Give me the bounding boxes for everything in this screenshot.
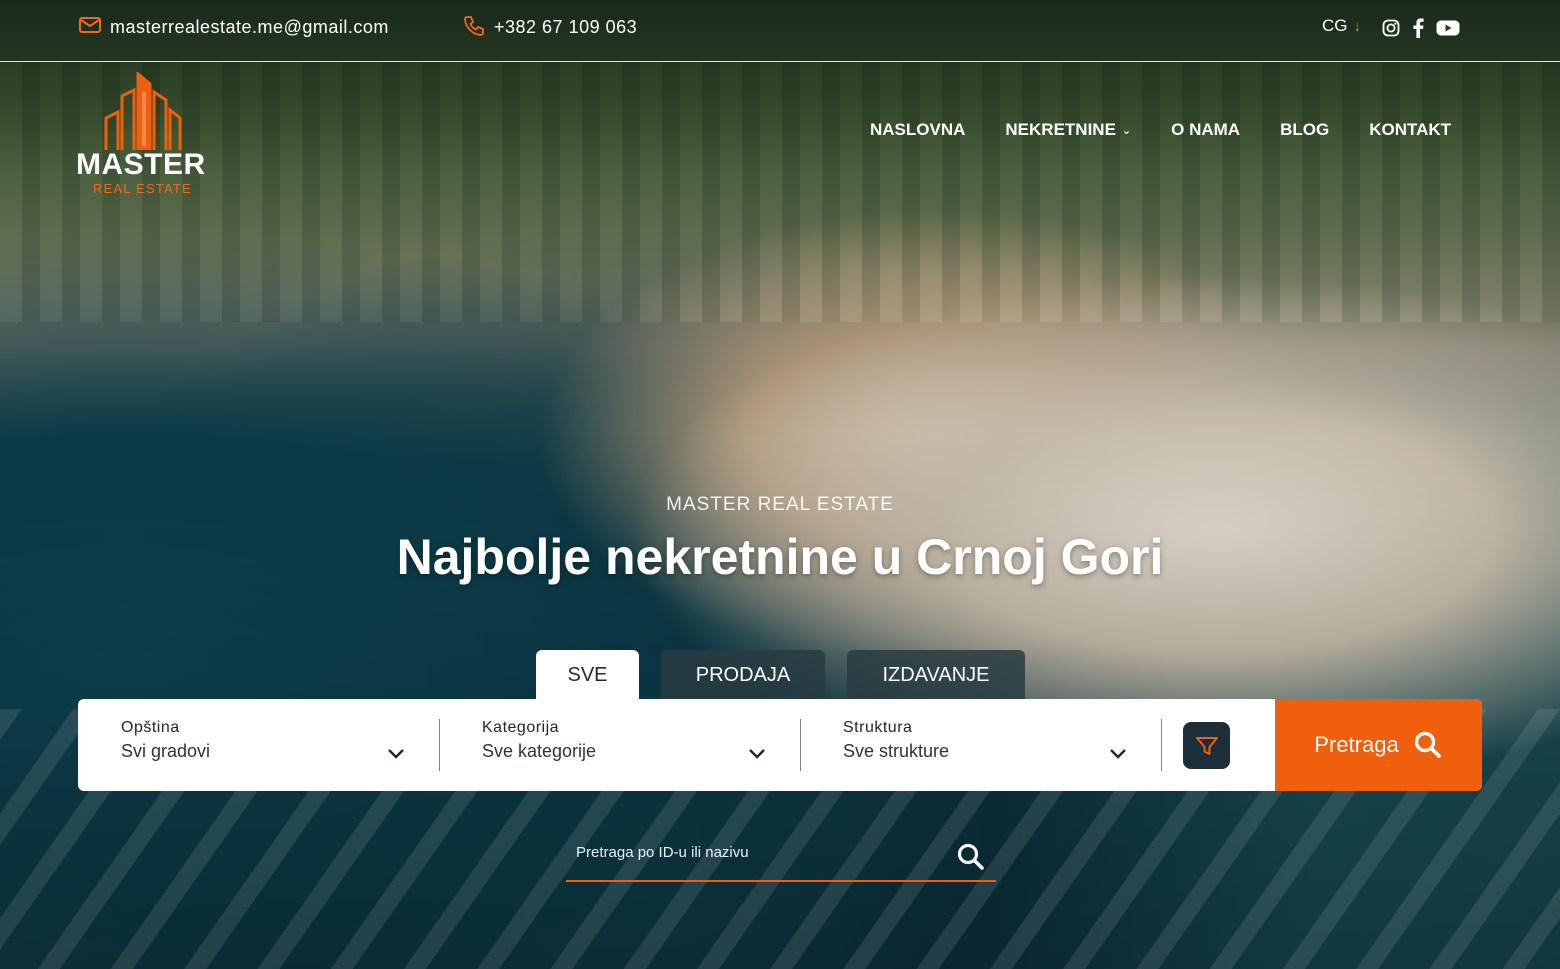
nav-item-blog[interactable]: BLOG [1280, 120, 1329, 140]
id-search-input[interactable] [576, 844, 946, 861]
nav-item-label: O NAMA [1171, 120, 1241, 139]
top-bar: masterrealestate.me@gmail.com +382 67 10… [0, 0, 1560, 62]
search-button[interactable]: Pretraga [1275, 699, 1482, 791]
hero-headline: Najbolje nekretnine u Crnoj Gori [396, 529, 1164, 585]
nav-item-nekretnine[interactable]: NEKRETNINE ⌄ [1005, 120, 1131, 140]
language-arrow: ↓ [1353, 17, 1362, 35]
hero-background-photo [0, 0, 1560, 969]
chevron-down-icon: ⌄ [1121, 124, 1132, 137]
nav-item-naslovna[interactable]: NASLOVNA [870, 120, 965, 140]
logo-wordmark: MASTER [76, 148, 206, 181]
hero-kicker: MASTER REAL ESTATE [666, 494, 894, 515]
facebook-icon[interactable] [1412, 18, 1424, 38]
contact-phone[interactable]: +382 67 109 063 [462, 14, 637, 41]
phone-text: +382 67 109 063 [494, 17, 638, 37]
field-label: Opština [121, 719, 180, 736]
phone-icon [462, 14, 486, 41]
search-button-label: Pretraga [1314, 732, 1399, 757]
mail-icon [78, 14, 102, 41]
municipality-select[interactable]: Opština Svi gradovi [78, 699, 439, 791]
tab-izdavanje[interactable]: IZDAVANJE [847, 650, 1025, 700]
chevron-down-icon [388, 749, 404, 759]
language-selector[interactable]: CG ↓ [1322, 16, 1361, 36]
id-search-bar [566, 838, 996, 882]
tab-sve[interactable]: SVE [536, 650, 639, 700]
nav-item-label: BLOG [1280, 120, 1330, 139]
instagram-icon[interactable] [1382, 19, 1400, 37]
site-logo[interactable]: MASTER REAL ESTATE [76, 72, 216, 196]
tab-prodaja[interactable]: PRODAJA [661, 650, 825, 700]
field-label: Struktura [843, 719, 913, 736]
language-label: CG [1322, 16, 1348, 35]
nav-item-o-nama[interactable]: O NAMA [1171, 120, 1240, 140]
filter-icon [1195, 736, 1218, 755]
logo-buildings-icon [104, 72, 182, 150]
nav-item-kontakt[interactable]: KONTAKT [1369, 120, 1451, 140]
chevron-down-icon [1110, 749, 1126, 759]
search-panel: Opština Svi gradovi Kategorija Sve kateg… [78, 699, 1482, 791]
chevron-down-icon [749, 749, 765, 759]
youtube-icon[interactable] [1436, 19, 1460, 37]
logo-subtitle: REAL ESTATE [93, 181, 192, 196]
main-nav: NASLOVNA NEKRETNINE ⌄ O NAMA BLOG KONTAKT [870, 120, 1451, 140]
email-text: masterrealestate.me@gmail.com [110, 17, 389, 37]
category-select[interactable]: Kategorija Sve kategorije [439, 699, 800, 791]
filter-button[interactable] [1183, 722, 1230, 769]
nav-item-label: NASLOVNA [870, 120, 966, 139]
social-links [1382, 18, 1460, 38]
filter-wrap [1161, 699, 1253, 791]
search-icon[interactable] [956, 842, 986, 877]
nav-item-label: KONTAKT [1369, 120, 1452, 139]
nav-item-label: NEKRETNINE [1005, 120, 1116, 139]
search-icon [1414, 731, 1441, 758]
listing-type-tabs: SVE PRODAJA IZDAVANJE [536, 650, 1025, 700]
field-label: Kategorija [482, 719, 560, 736]
structure-select[interactable]: Struktura Sve strukture [800, 699, 1161, 791]
contact-email[interactable]: masterrealestate.me@gmail.com [78, 14, 389, 41]
